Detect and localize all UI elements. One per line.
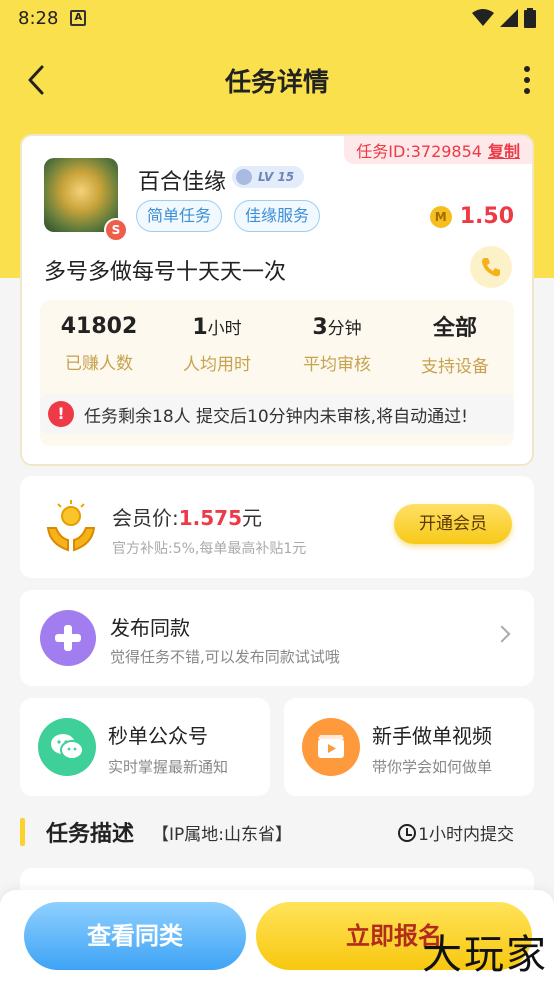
task-reward: M 1.50 — [429, 204, 514, 229]
chevron-right-icon — [493, 625, 511, 643]
ip-location: 【IP属地:山东省】 — [152, 825, 292, 845]
rank-badge: S — [104, 218, 128, 242]
tutorial-video-card[interactable]: 新手做单视频 带你学会如何做单 — [284, 698, 534, 796]
notice-text: 任务剩余18人 提交后10分钟内未审核,将自动通过! — [84, 406, 468, 427]
stat-review-value: 3 — [312, 315, 328, 340]
publish-subtitle: 觉得任务不错,可以发布同款试试哦 — [110, 648, 340, 666]
task-title: 多号多做每号十天天一次 — [44, 260, 287, 285]
phone-button[interactable] — [470, 246, 512, 288]
stat-review-label: 平均审核 — [303, 355, 371, 375]
submit-deadline: 1小时内提交 — [398, 820, 514, 845]
battery-icon — [524, 8, 536, 28]
clock-icon — [398, 823, 417, 842]
video-subtitle: 带你学会如何做单 — [372, 758, 493, 776]
notification-icon: A — [70, 10, 87, 26]
wechat-subtitle: 实时掌握最新通知 — [108, 758, 229, 776]
navigation-bar: 任务详情 — [0, 52, 554, 108]
task-stats: 41802 已赚人数 1小时 人均用时 3分钟 平均审核 全部 支持设备 ! 任… — [40, 300, 514, 446]
stat-avg-time-unit: 小时 — [207, 319, 242, 339]
stat-avg-time-label: 人均用时 — [183, 355, 251, 375]
coin-icon: M — [429, 205, 452, 228]
status-icons — [472, 8, 536, 28]
stat-avg-time: 1小时 人均用时 — [158, 314, 276, 375]
reward-amount: 1.50 — [459, 204, 514, 229]
vip-price-value: 1.575 — [178, 506, 243, 530]
alert-icon: ! — [48, 401, 74, 427]
stat-earned-label: 已赚人数 — [65, 354, 133, 374]
stat-earned: 41802 已赚人数 — [40, 314, 158, 374]
stat-review-unit: 分钟 — [327, 319, 362, 339]
stat-devices: 全部 支持设备 — [396, 310, 514, 377]
vip-price-label: 会员价: — [112, 506, 179, 530]
phone-icon — [482, 258, 500, 277]
wechat-icon — [38, 718, 96, 776]
video-icon — [302, 718, 360, 776]
deadline-text: 1小时内提交 — [418, 825, 514, 845]
publish-same-card[interactable]: 发布同款 觉得任务不错,可以发布同款试试哦 — [20, 590, 534, 686]
stat-earned-value: 41802 — [60, 314, 138, 339]
vip-price-line: 会员价:1.575元 — [112, 502, 262, 531]
wechat-account-card[interactable]: 秒单公众号 实时掌握最新通知 — [20, 698, 270, 796]
level-badge: LV 15 — [232, 166, 305, 188]
open-vip-button[interactable]: 开通会员 — [394, 504, 512, 544]
watermark: 大玩家 — [422, 932, 548, 978]
vip-price-unit: 元 — [242, 506, 263, 530]
task-notice: ! 任务剩余18人 提交后10分钟内未审核,将自动通过! — [40, 394, 514, 434]
task-id-text: 任务ID:3729854 — [356, 142, 482, 161]
task-id-badge: 任务ID:3729854 复制 — [344, 136, 532, 164]
vip-card: 会员价:1.575元 官方补贴:5%,每单最高补贴1元 开通会员 — [20, 476, 534, 578]
coin-hands-icon — [46, 500, 96, 552]
signal-icon — [500, 9, 518, 27]
stat-devices-value: 全部 — [432, 316, 477, 341]
page-title: 任务详情 — [224, 67, 329, 98]
section-accent — [20, 818, 25, 846]
status-bar: 8:28 A — [0, 0, 554, 36]
view-similar-button[interactable]: 查看同类 — [24, 902, 246, 970]
level-text: LV 15 — [258, 170, 295, 184]
publish-title: 发布同款 — [110, 616, 190, 640]
stat-avg-time-value: 1 — [192, 315, 208, 340]
wechat-title: 秒单公众号 — [108, 724, 208, 748]
vip-subsidy: 官方补贴:5%,每单最高补贴1元 — [112, 541, 307, 557]
tag-service: 佳缘服务 — [234, 200, 321, 232]
copy-button[interactable]: 复制 — [488, 138, 520, 162]
wifi-icon — [472, 9, 494, 26]
task-info-card: 任务ID:3729854 复制 S 百合佳缘 LV 15 简单任务 佳缘服务 M… — [20, 134, 534, 466]
status-time: 8:28 — [18, 7, 59, 29]
video-title: 新手做单视频 — [372, 724, 492, 748]
more-menu-button[interactable] — [522, 66, 532, 94]
level-icon — [236, 169, 252, 185]
stat-devices-label: 支持设备 — [421, 357, 489, 377]
stat-review: 3分钟 平均审核 — [278, 314, 396, 375]
shop-name: 百合佳缘 — [138, 170, 227, 195]
description-title: 任务描述 — [46, 822, 135, 847]
plus-icon — [40, 610, 96, 666]
tag-simple-task: 简单任务 — [136, 200, 223, 232]
